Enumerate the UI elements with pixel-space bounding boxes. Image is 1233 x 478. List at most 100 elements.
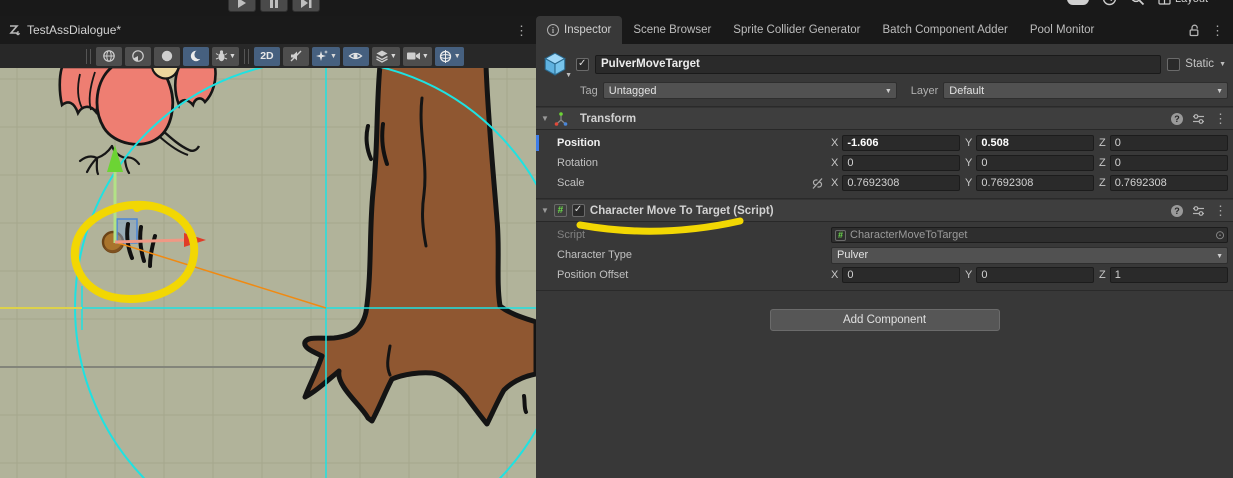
script-help-icon[interactable]: ? xyxy=(1171,205,1183,217)
rotation-x-field[interactable]: 0 xyxy=(842,155,960,171)
main-toolbar: Layout ▼ xyxy=(0,0,1233,16)
step-button[interactable] xyxy=(292,0,320,12)
script-menu-icon[interactable]: ⋮ xyxy=(1214,204,1227,217)
scale-z-field[interactable]: 0.7692308 xyxy=(1110,175,1228,191)
rotation-y-field[interactable]: 0 xyxy=(976,155,1094,171)
tag-dropdown[interactable]: Untagged ▼ xyxy=(603,82,897,99)
csharp-script-icon: # xyxy=(835,230,846,241)
script-object-field[interactable]: # CharacterMoveToTarget ⊙ xyxy=(831,227,1228,243)
tag-caret-icon: ▼ xyxy=(885,88,892,95)
layout-dropdown[interactable]: Layout ▼ xyxy=(1158,0,1219,5)
tab-inspector[interactable]: i Inspector xyxy=(536,16,622,44)
play-button[interactable] xyxy=(228,0,256,12)
offset-z-value: 1 xyxy=(1115,269,1121,281)
axis-x-label: X xyxy=(831,157,838,169)
tab-pool-monitor[interactable]: Pool Monitor xyxy=(1019,16,1106,44)
offset-z-field[interactable]: 1 xyxy=(1110,267,1228,283)
position-label[interactable]: Position xyxy=(557,137,811,149)
crescent-moon-icon xyxy=(189,49,203,63)
script-row: Script # CharacterMoveToTarget ⊙ xyxy=(536,225,1233,245)
mode-2d-toggle[interactable]: 2D xyxy=(254,47,280,66)
scratch-mark-right xyxy=(524,396,526,412)
search-icon[interactable] xyxy=(1130,0,1145,6)
scale-y-value: 0.7692308 xyxy=(981,177,1033,189)
gameobject-active-checkbox[interactable] xyxy=(576,58,589,71)
position-z-field[interactable]: 0 xyxy=(1110,135,1228,151)
orientation-gizmo-dropdown[interactable]: ▼ xyxy=(435,47,464,66)
scene-viewport[interactable] xyxy=(0,68,536,478)
static-caret-icon[interactable]: ▼ xyxy=(1219,61,1226,68)
gameobject-icon-wrap[interactable]: ▼ xyxy=(542,51,570,77)
rotation-z-field[interactable]: 0 xyxy=(1110,155,1228,171)
layout-caret-icon: ▼ xyxy=(1212,0,1219,2)
character-type-label[interactable]: Character Type xyxy=(557,249,811,261)
offset-x-field[interactable]: 0 xyxy=(842,267,960,283)
scene-tab-menu-icon[interactable]: ⋮ xyxy=(515,24,528,37)
inspector-menu-icon[interactable]: ⋮ xyxy=(1211,24,1224,37)
scene-visibility-toggle[interactable] xyxy=(343,47,369,66)
tab-batch-component-adder[interactable]: Batch Component Adder xyxy=(872,16,1019,44)
position-offset-label[interactable]: Position Offset xyxy=(557,269,811,281)
offset-y-field[interactable]: 0 xyxy=(976,267,1094,283)
transform-header[interactable]: ▼ Transform ? ⋮ xyxy=(536,107,1233,130)
position-y-field[interactable]: 0.508 xyxy=(976,135,1094,151)
scale-label[interactable]: Scale xyxy=(557,177,811,189)
position-row: Position X -1.606 Y 0.508 Z 0 xyxy=(536,133,1233,153)
layers-dropdown[interactable]: ▼ xyxy=(372,47,400,66)
tag-label: Tag xyxy=(580,85,598,97)
gameobject-name-field[interactable]: PulverMoveTarget xyxy=(595,55,1161,74)
transform-presets-icon[interactable] xyxy=(1192,113,1205,125)
tab-sprite-collider-generator[interactable]: Sprite Collider Generator xyxy=(722,16,871,44)
script-enabled-checkbox[interactable] xyxy=(572,204,585,217)
transform-menu-icon[interactable]: ⋮ xyxy=(1214,112,1227,125)
axis-z-label: Z xyxy=(1099,177,1106,189)
axis-z-label: Z xyxy=(1099,157,1106,169)
draw-mode-wireframe-button[interactable] xyxy=(96,47,122,66)
transform-title: Transform xyxy=(580,113,636,125)
unlinked-scale-icon[interactable] xyxy=(811,177,824,190)
effects-dropdown[interactable]: ▼ xyxy=(312,47,340,66)
debug-bug-dropdown[interactable]: ▼ xyxy=(212,47,239,66)
scale-y-field[interactable]: 0.7692308 xyxy=(976,175,1094,191)
transform-help-icon[interactable]: ? xyxy=(1171,113,1183,125)
add-component-button[interactable]: Add Component xyxy=(770,309,1000,331)
script-presets-icon[interactable] xyxy=(1192,205,1205,217)
rotation-label[interactable]: Rotation xyxy=(557,157,811,169)
position-x-field[interactable]: -1.606 xyxy=(842,135,960,151)
scene-tab-title[interactable]: TestAssDialogue* xyxy=(27,23,121,37)
pause-icon xyxy=(269,0,279,8)
script-component-header[interactable]: ▼ # Character Move To Target (Script) ? … xyxy=(536,199,1233,222)
toolbar-grip[interactable] xyxy=(86,49,91,64)
audio-mute-toggle[interactable] xyxy=(283,47,309,66)
tag-value: Untagged xyxy=(609,85,657,97)
camera-dropdown[interactable]: ▼ xyxy=(403,47,432,66)
script-foldout-icon[interactable]: ▼ xyxy=(541,206,549,215)
character-type-dropdown[interactable]: Pulver ▼ xyxy=(831,247,1228,264)
undo-history-icon[interactable] xyxy=(1102,0,1117,6)
cloud-button[interactable] xyxy=(1067,0,1089,5)
x-axis-handle-line[interactable] xyxy=(115,240,186,242)
layer-dropdown[interactable]: Default ▼ xyxy=(943,82,1228,99)
tab-scene-browser[interactable]: Scene Browser xyxy=(622,16,722,44)
static-label: Static xyxy=(1185,58,1214,70)
object-picker-icon[interactable]: ⊙ xyxy=(1215,228,1225,242)
scale-x-field[interactable]: 0.7692308 xyxy=(842,175,960,191)
draw-mode-shaded-button[interactable] xyxy=(154,47,180,66)
pause-button[interactable] xyxy=(260,0,288,12)
scene-lighting-toggle[interactable] xyxy=(183,47,209,66)
position-offset-row: Position Offset X 0 Y 0 Z 1 xyxy=(536,265,1233,285)
tab-pool-monitor-label: Pool Monitor xyxy=(1030,24,1095,36)
static-checkbox[interactable] xyxy=(1167,58,1180,71)
character-type-value: Pulver xyxy=(837,249,868,261)
offset-y-value: 0 xyxy=(981,269,987,281)
toolbar-grip[interactable] xyxy=(244,49,249,64)
transform-foldout-icon[interactable]: ▼ xyxy=(541,114,549,123)
inspector-panel: i Inspector Scene Browser Sprite Collide… xyxy=(536,16,1233,478)
info-icon: i xyxy=(547,24,559,36)
axis-x-label: X xyxy=(831,177,838,189)
lock-icon[interactable] xyxy=(1188,24,1200,37)
character-type-caret-icon: ▼ xyxy=(1216,253,1223,260)
scene-tab-icon xyxy=(8,24,21,37)
draw-mode-shaded-wire-button[interactable] xyxy=(125,47,151,66)
tab-sprite-collider-generator-label: Sprite Collider Generator xyxy=(733,24,860,36)
